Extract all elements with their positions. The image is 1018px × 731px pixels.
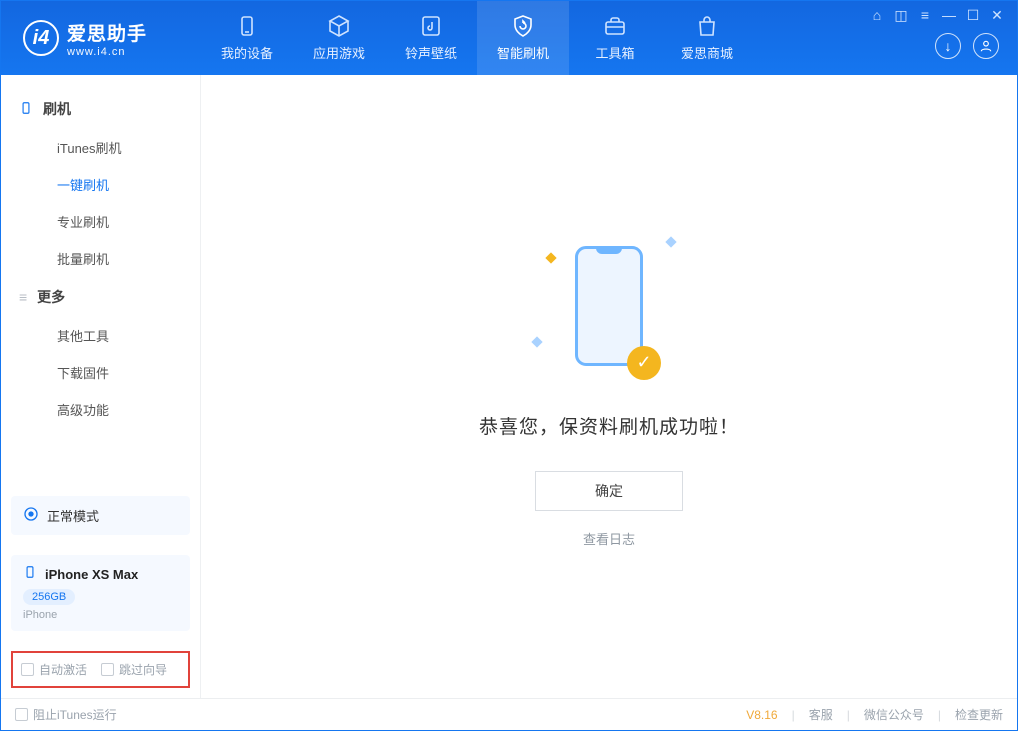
- support-link[interactable]: 客服: [809, 706, 833, 723]
- version-label: V8.16: [746, 708, 777, 722]
- checkbox-label: 自动激活: [39, 661, 87, 678]
- checkbox-icon: [15, 708, 28, 721]
- section-title: 刷机: [43, 99, 71, 119]
- status-bar: 阻止iTunes运行 V8.16 | 客服 | 微信公众号 | 检查更新: [1, 698, 1017, 730]
- nav-label: 铃声壁纸: [405, 43, 457, 62]
- check-badge-icon: ✓: [627, 346, 661, 380]
- sidebar-item-itunes-flash[interactable]: iTunes刷机: [1, 129, 200, 166]
- close-icon[interactable]: ✕: [989, 7, 1005, 23]
- nav-apps-games[interactable]: 应用游戏: [293, 1, 385, 75]
- sidebar-item-download-firmware[interactable]: 下载固件: [1, 354, 200, 391]
- sidebar-section-flash: 刷机: [1, 89, 200, 129]
- shield-refresh-icon: [511, 14, 535, 38]
- status-right: V8.16 | 客服 | 微信公众号 | 检查更新: [746, 706, 1003, 723]
- logo-icon: i4: [23, 20, 59, 56]
- device-icon: [19, 101, 33, 118]
- sidebar-list: 刷机 iTunes刷机 一键刷机 专业刷机 批量刷机 ≡ 更多 其他工具 下载固…: [1, 75, 200, 486]
- mode-label: 正常模式: [47, 506, 99, 525]
- mode-icon: [23, 506, 39, 525]
- phone-outline-icon: [23, 565, 37, 584]
- success-message: 恭喜您，保资料刷机成功啦！: [479, 412, 739, 439]
- sidebar-item-advanced[interactable]: 高级功能: [1, 391, 200, 428]
- maximize-icon[interactable]: ☐: [965, 7, 981, 23]
- bag-icon: [695, 14, 719, 38]
- sidebar-item-oneclick-flash[interactable]: 一键刷机: [1, 166, 200, 203]
- minimize-icon[interactable]: —: [941, 7, 957, 23]
- check-update-link[interactable]: 检查更新: [955, 706, 1003, 723]
- nav-smart-flash[interactable]: 智能刷机: [477, 1, 569, 75]
- menu-icon[interactable]: ≡: [917, 7, 933, 23]
- device-name: iPhone XS Max: [45, 567, 138, 582]
- app-window: i4 爱思助手 www.i4.cn 我的设备 应用游戏 铃声壁纸 智能刷机: [0, 0, 1018, 731]
- checkbox-label: 跳过向导: [119, 661, 167, 678]
- nav-label: 智能刷机: [497, 43, 549, 62]
- success-illustration: ✓: [529, 226, 689, 386]
- app-url: www.i4.cn: [67, 46, 147, 58]
- device-info-box[interactable]: iPhone XS Max 256GB iPhone: [11, 555, 190, 631]
- sidebar: 刷机 iTunes刷机 一键刷机 专业刷机 批量刷机 ≡ 更多 其他工具 下载固…: [1, 75, 201, 698]
- device-type: iPhone: [23, 609, 178, 621]
- main-panel: ✓ 恭喜您，保资料刷机成功啦！ 确定 查看日志: [201, 75, 1017, 698]
- sparkle-icon: [665, 236, 676, 247]
- nav-label: 应用游戏: [313, 43, 365, 62]
- nav-label: 爱思商城: [681, 43, 733, 62]
- nav-label: 我的设备: [221, 43, 273, 62]
- title-bar: i4 爱思助手 www.i4.cn 我的设备 应用游戏 铃声壁纸 智能刷机: [1, 1, 1017, 75]
- sidebar-section-more: ≡ 更多: [1, 277, 200, 317]
- nav-toolbox[interactable]: 工具箱: [569, 1, 661, 75]
- block-itunes-checkbox[interactable]: 阻止iTunes运行: [15, 706, 117, 723]
- app-name: 爱思助手: [67, 19, 147, 46]
- nav-store[interactable]: 爱思商城: [661, 1, 753, 75]
- sparkle-icon: [545, 252, 556, 263]
- body: 刷机 iTunes刷机 一键刷机 专业刷机 批量刷机 ≡ 更多 其他工具 下载固…: [1, 75, 1017, 698]
- list-icon: ≡: [19, 289, 27, 305]
- window-controls: ⌂ ◫ ≡ — ☐ ✕: [865, 1, 1009, 29]
- checkbox-icon: [101, 663, 114, 676]
- box-icon[interactable]: ◫: [893, 7, 909, 23]
- auto-activate-checkbox[interactable]: 自动激活: [21, 661, 87, 678]
- sidebar-item-pro-flash[interactable]: 专业刷机: [1, 203, 200, 240]
- phone-icon: [235, 14, 259, 38]
- device-mode-box[interactable]: 正常模式: [11, 496, 190, 535]
- section-title: 更多: [37, 287, 65, 307]
- sparkle-icon: [531, 336, 542, 347]
- sidebar-item-batch-flash[interactable]: 批量刷机: [1, 240, 200, 277]
- skip-guide-checkbox[interactable]: 跳过向导: [101, 661, 167, 678]
- confirm-button[interactable]: 确定: [535, 471, 683, 511]
- nav-label: 工具箱: [595, 43, 634, 62]
- sidebar-item-other-tools[interactable]: 其他工具: [1, 317, 200, 354]
- user-controls: ↓: [935, 33, 1009, 59]
- top-nav: 我的设备 应用游戏 铃声壁纸 智能刷机 工具箱 爱思商城: [201, 1, 753, 75]
- cube-icon: [327, 14, 351, 38]
- logo-text: 爱思助手 www.i4.cn: [67, 19, 147, 58]
- toolbox-icon: [603, 14, 627, 38]
- download-icon[interactable]: ↓: [935, 33, 961, 59]
- logo-area: i4 爱思助手 www.i4.cn: [1, 19, 201, 58]
- nav-my-device[interactable]: 我的设备: [201, 1, 293, 75]
- wechat-link[interactable]: 微信公众号: [864, 706, 924, 723]
- device-storage: 256GB: [23, 589, 75, 605]
- titlebar-right: ⌂ ◫ ≡ — ☐ ✕ ↓: [865, 1, 1009, 59]
- view-log-link[interactable]: 查看日志: [583, 529, 635, 548]
- checkbox-icon: [21, 663, 34, 676]
- user-icon[interactable]: [973, 33, 999, 59]
- nav-ringtone-wallpaper[interactable]: 铃声壁纸: [385, 1, 477, 75]
- checkbox-label: 阻止iTunes运行: [33, 706, 117, 723]
- music-icon: [419, 14, 443, 38]
- shirt-icon[interactable]: ⌂: [869, 7, 885, 23]
- phone-illustration-icon: [575, 246, 643, 366]
- bottom-options-highlighted: 自动激活 跳过向导: [11, 651, 190, 688]
